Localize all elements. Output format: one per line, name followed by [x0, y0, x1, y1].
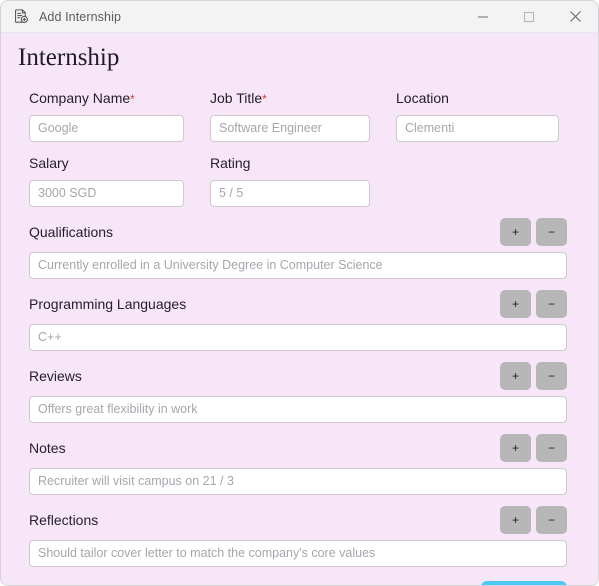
- remove-review-button[interactable]: −: [536, 361, 567, 390]
- window-title: Add Internship: [39, 9, 122, 24]
- field-label-notes: Notes: [29, 439, 66, 456]
- section-header: Reflections + −: [29, 505, 567, 534]
- field-label-location: Location: [396, 89, 449, 106]
- notes-stepper: + −: [500, 433, 567, 462]
- add-note-button[interactable]: +: [500, 433, 531, 462]
- field-salary: Salary: [29, 156, 184, 207]
- job-title-input[interactable]: [210, 114, 370, 142]
- add-review-button[interactable]: +: [500, 361, 531, 390]
- remove-programming-language-button[interactable]: −: [536, 289, 567, 318]
- add-qualification-button[interactable]: +: [500, 217, 531, 246]
- remove-qualification-button[interactable]: −: [536, 217, 567, 246]
- location-input[interactable]: [396, 114, 559, 142]
- document-add-icon: [13, 8, 30, 25]
- section-header: Notes + −: [29, 433, 567, 462]
- window-controls: [460, 1, 598, 32]
- required-marker: *: [262, 91, 267, 106]
- close-icon[interactable]: [552, 1, 598, 32]
- rating-input[interactable]: [210, 179, 370, 207]
- qualifications-stepper: + −: [500, 217, 567, 246]
- remove-reflection-button[interactable]: −: [536, 505, 567, 534]
- form-footer: Inputs should not have alphabets followe…: [17, 580, 582, 585]
- field-label-salary: Salary: [29, 154, 69, 171]
- page-title: Internship: [18, 44, 120, 71]
- field-label-job-title: Job Title*: [210, 89, 267, 106]
- field-company-name: Company Name*: [29, 91, 184, 142]
- row-primary-fields: Company Name* Job Title* Location: [17, 91, 582, 142]
- titlebar: Add Internship: [1, 1, 598, 33]
- programming-languages-stepper: + −: [500, 289, 567, 318]
- maximize-icon[interactable]: [506, 1, 552, 32]
- field-label-reflections: Reflections: [29, 511, 99, 528]
- field-label-programming-languages: Programming Languages: [29, 295, 187, 312]
- remove-note-button[interactable]: −: [536, 433, 567, 462]
- notes-input[interactable]: [29, 467, 567, 495]
- section-reviews: Reviews + −: [17, 361, 582, 423]
- reviews-input[interactable]: [29, 395, 567, 423]
- section-reflections: Reflections + −: [17, 505, 582, 567]
- field-location: Location: [396, 91, 559, 142]
- section-qualifications: Qualifications + −: [17, 217, 582, 279]
- section-header: Programming Languages + −: [29, 289, 567, 318]
- salary-input[interactable]: [29, 179, 184, 207]
- field-label-reviews: Reviews: [29, 367, 82, 384]
- programming-languages-input[interactable]: [29, 323, 567, 351]
- field-label-rating: Rating: [210, 154, 251, 171]
- minimize-icon[interactable]: [460, 1, 506, 32]
- section-notes: Notes + −: [17, 433, 582, 495]
- row-secondary-fields: Salary Rating: [17, 156, 582, 207]
- add-internship-window: Add Internship Internship Company Name* …: [0, 0, 599, 586]
- field-label-company-name: Company Name*: [29, 89, 135, 106]
- field-rating: Rating: [210, 156, 370, 207]
- required-marker: *: [130, 91, 135, 106]
- form-body: Internship Company Name* Job Title* Loca…: [1, 33, 598, 585]
- company-name-input[interactable]: [29, 114, 184, 142]
- field-job-title: Job Title*: [210, 91, 370, 142]
- add-reflection-button[interactable]: +: [500, 505, 531, 534]
- section-header: Reviews + −: [29, 361, 567, 390]
- section-programming-languages: Programming Languages + −: [17, 289, 582, 351]
- reviews-stepper: + −: [500, 361, 567, 390]
- field-label-qualifications: Qualifications: [29, 223, 114, 240]
- section-header: Qualifications + −: [29, 217, 567, 246]
- add-button[interactable]: Add: [481, 580, 567, 585]
- reflections-input[interactable]: [29, 539, 567, 567]
- add-programming-language-button[interactable]: +: [500, 289, 531, 318]
- qualifications-input[interactable]: [29, 251, 567, 279]
- titlebar-left: Add Internship: [1, 8, 460, 25]
- reflections-stepper: + −: [500, 505, 567, 534]
